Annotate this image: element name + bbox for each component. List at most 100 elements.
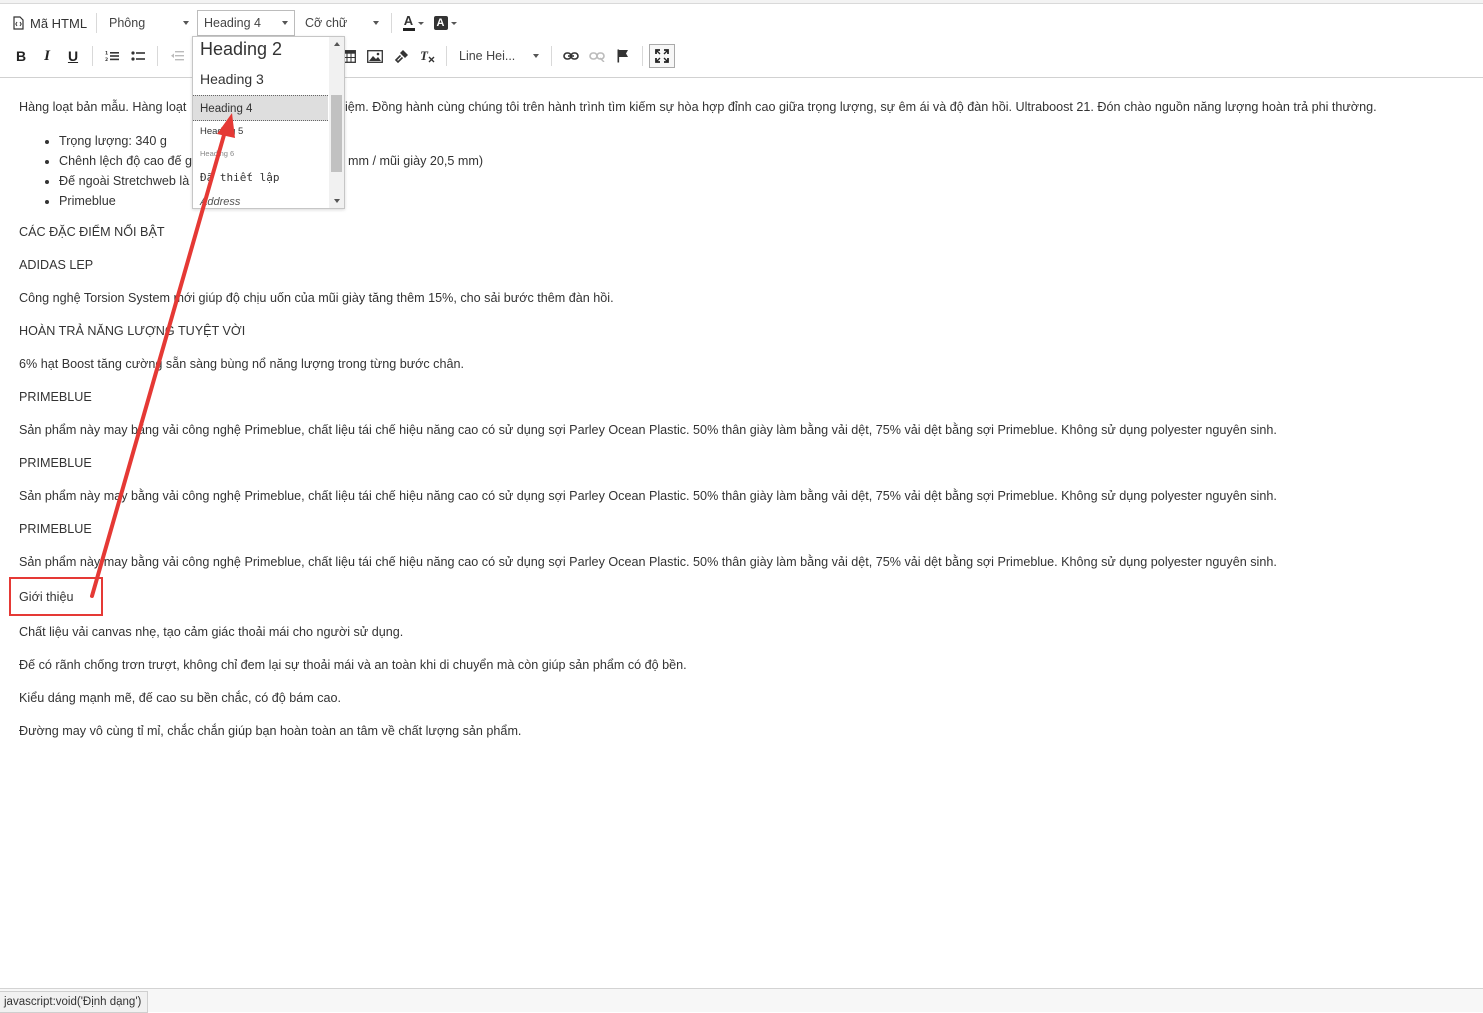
chevron-down-icon [373,21,379,25]
spec-list: Trọng lượng: 340 g Chênh lệch độ cao đế … [19,131,483,211]
anchor-button[interactable] [610,44,636,68]
format-option-heading-2[interactable]: Heading 2 [193,39,328,60]
paint-format-button[interactable] [388,44,414,68]
anchor-flag-icon [617,49,629,63]
toolbar-separator [642,46,643,66]
paragraph-torsion: Công nghệ Torsion System mới giúp độ chị… [19,291,614,305]
svg-text:2: 2 [105,57,108,62]
text-color-button[interactable]: A [398,11,428,35]
dropdown-scrollbar[interactable] [329,37,344,208]
paragraph-primeblue-3: Sản phẩm này may bằng vải công nghệ Prim… [19,555,1277,569]
underline-button[interactable]: U [60,44,86,68]
source-icon [12,16,25,30]
image-button[interactable] [362,44,388,68]
size-combo-label: Cỡ chữ [305,16,348,30]
toolbar-separator [391,13,392,33]
format-combo-label: Heading 4 [204,16,261,30]
size-combo[interactable]: Cỡ chữ [299,11,385,35]
link-icon [563,51,579,61]
toolbar-separator [446,46,447,66]
link-button[interactable] [558,44,584,68]
format-option-heading-4[interactable]: Heading 4 [193,95,328,121]
list-item-tail: mm / mũi giày 20,5 mm) [348,154,484,168]
svg-text:T: T [420,49,429,63]
line-height-label: Line Hei... [459,49,516,63]
list-item-text: Chênh lệch độ cao đế g [59,154,193,168]
maximize-button[interactable] [649,44,675,68]
chevron-down-icon [417,21,424,25]
bg-color-button[interactable]: A [430,11,460,35]
outdent-button[interactable] [164,44,190,68]
chevron-down-icon [183,21,189,25]
remove-format-button[interactable]: T [414,44,440,68]
heading-primeblue-1: PRIMEBLUE [19,390,92,404]
heading-primeblue-3: PRIMEBLUE [19,522,92,536]
format-option-heading-6[interactable]: Heading 6 [193,149,328,158]
heading-lep: ADIDAS LEP [19,258,94,272]
numbered-list-button[interactable]: 12 [99,44,125,68]
scroll-down-icon[interactable] [334,199,340,203]
heading-energy: HOÀN TRẢ NĂNG LƯỢNG TUYỆT VỜI [19,324,246,338]
text-color-glyph: A [403,13,414,28]
toolbar-row-1: Mã HTML Phông Heading 4 Cỡ chữ A A [0,8,460,38]
heading-primeblue-2: PRIMEBLUE [19,456,92,470]
source-label: Mã HTML [30,15,88,31]
browser-status-bar [0,988,1483,1012]
format-option-heading-5[interactable]: Heading 5 [193,126,328,137]
toolbar-separator [551,46,552,66]
list-item: Chênh lệch độ cao đế g mm / mũi giày 20,5… [59,151,483,171]
format-option-address[interactable]: Address [193,196,328,208]
list-item: Primeblue [59,191,192,211]
toolbar-separator [96,13,97,33]
svg-text:1: 1 [105,51,108,57]
paragraph-grip: Đế có rãnh chống trơn trượt, không chỉ đ… [19,658,687,672]
numbered-list-icon: 12 [105,50,119,62]
font-combo[interactable]: Phông [103,11,195,35]
paragraph-stitch: Đường may vô cùng tỉ mỉ, chắc chắn giúp … [19,724,522,738]
format-option-heading-3[interactable]: Heading 3 [193,71,328,87]
scrollbar-thumb[interactable] [331,95,342,172]
line-height-combo[interactable]: Line Hei... [453,44,545,68]
intro-paragraph: Hàng loạt bản mẫu. Hàng loạt nhiệm. Đồng… [19,100,1377,114]
bold-button[interactable]: B [8,44,34,68]
paragraph-canvas: Chất liệu vải canvas nhẹ, tạo cảm giác t… [19,625,404,639]
italic-button[interactable]: I [34,44,60,68]
chevron-down-icon [450,21,457,25]
maximize-icon [655,49,669,63]
unlink-icon [589,50,605,62]
unlink-button[interactable] [584,44,610,68]
outdent-icon [170,50,184,62]
heading-features: CÁC ĐẶC ĐIỂM NỔI BẬT [19,225,165,239]
paint-format-icon [394,49,409,64]
status-url-tooltip: javascript:void('Định dạng') [0,991,149,1013]
toolbar-separator [92,46,93,66]
source-button[interactable]: Mã HTML [12,11,90,35]
underline-icon: U [67,48,79,64]
bg-color-icon: A [433,16,448,30]
chevron-down-icon [282,21,288,25]
remove-format-icon: T [420,49,435,63]
annotation-highlight-box [9,577,103,616]
format-dropdown: Heading 2 Heading 3 Heading 4 Heading 5 … [192,36,345,209]
intro-text-right: nhiệm. Đồng hành cùng chúng tôi trên hàn… [331,100,1377,114]
paragraph-primeblue-1: Sản phẩm này may bằng vải công nghệ Prim… [19,423,1277,437]
list-item: Đế ngoài Stretchweb là [59,171,192,191]
format-combo[interactable]: Heading 4 [197,10,295,36]
italic-icon: I [44,47,50,64]
paragraph-primeblue-2: Sản phẩm này may bằng vải công nghệ Prim… [19,489,1277,503]
scroll-up-icon[interactable] [334,42,340,46]
chevron-down-icon [533,54,539,58]
bg-color-glyph: A [436,17,445,29]
paragraph-style: Kiểu dáng mạnh mẽ, đế cao su bền chắc, c… [19,691,342,705]
paragraph-boost: 6% hạt Boost tăng cường sẵn sàng bùng nổ… [19,357,464,371]
text-color-icon: A [402,13,415,31]
list-item: Trọng lượng: 340 g [59,131,192,151]
bold-icon: B [15,48,27,64]
intro-text-left: Hàng loạt bản mẫu. Hàng loạt [19,100,187,114]
bulleted-list-button[interactable] [125,44,151,68]
bulleted-list-icon [131,50,145,62]
image-icon [367,49,383,63]
font-combo-label: Phông [109,16,146,30]
format-option-preformatted[interactable]: Đã thiết lập [193,171,328,184]
toolbar-separator [157,46,158,66]
